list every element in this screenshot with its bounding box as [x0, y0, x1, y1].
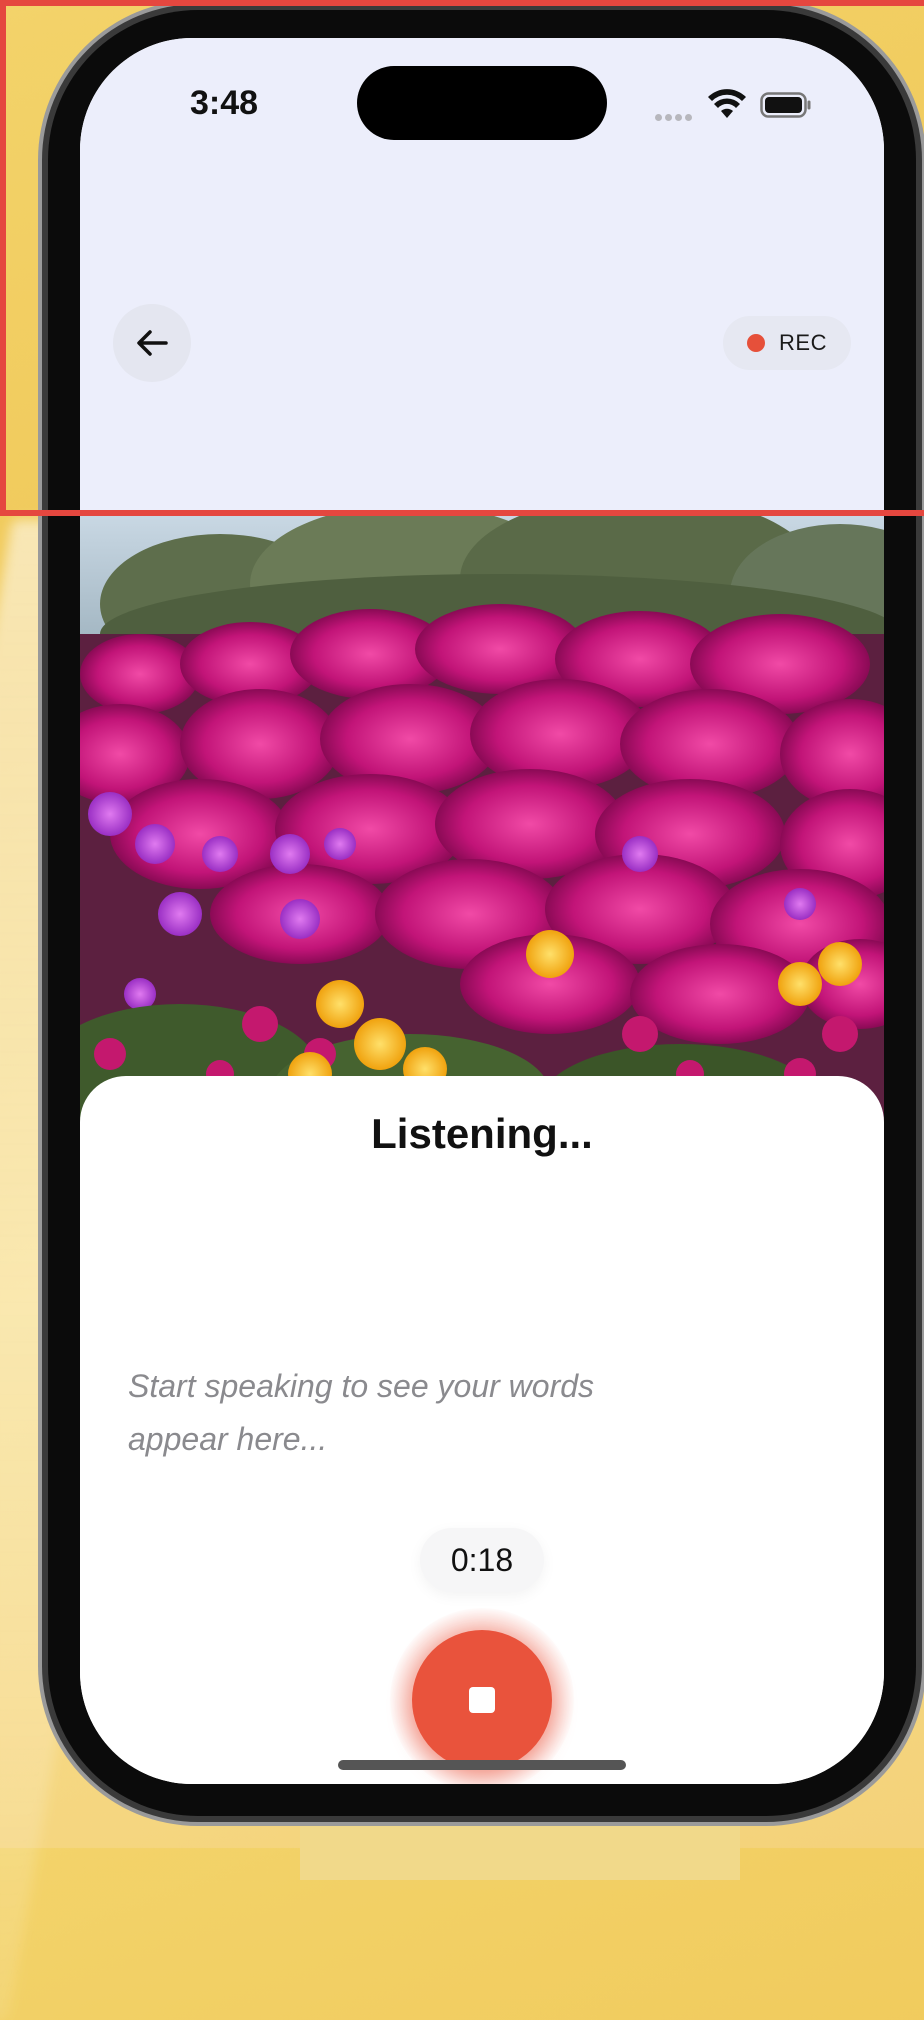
dynamic-island [357, 66, 607, 140]
rec-badge: REC [723, 316, 851, 370]
stop-icon [469, 1687, 495, 1713]
volume-down-button [38, 605, 48, 730]
arrow-left-icon [137, 330, 168, 356]
flower-field-illustration [80, 514, 884, 1154]
rec-dot-icon [747, 334, 766, 352]
wifi-icon [708, 89, 746, 118]
recording-timer: 0:18 [420, 1528, 544, 1592]
volume-up-button [38, 445, 48, 570]
status-time: 3:48 [190, 84, 259, 122]
stop-recording-button[interactable] [412, 1630, 552, 1770]
flower-field-image [80, 514, 884, 1154]
battery-icon [760, 92, 811, 118]
listening-title: Listening... [371, 1110, 593, 1157]
action-button [38, 325, 48, 390]
header-area: 3:48 REC [80, 38, 884, 514]
signal-dots-icon [655, 108, 695, 126]
back-button[interactable] [113, 304, 191, 382]
home-indicator[interactable] [338, 1760, 626, 1770]
rec-label: REC [779, 330, 827, 355]
transcript-placeholder: Start speaking to see your words appear … [128, 1368, 595, 1457]
phone-screen: 3:48 REC Listening... Start speaking to … [80, 38, 884, 1784]
